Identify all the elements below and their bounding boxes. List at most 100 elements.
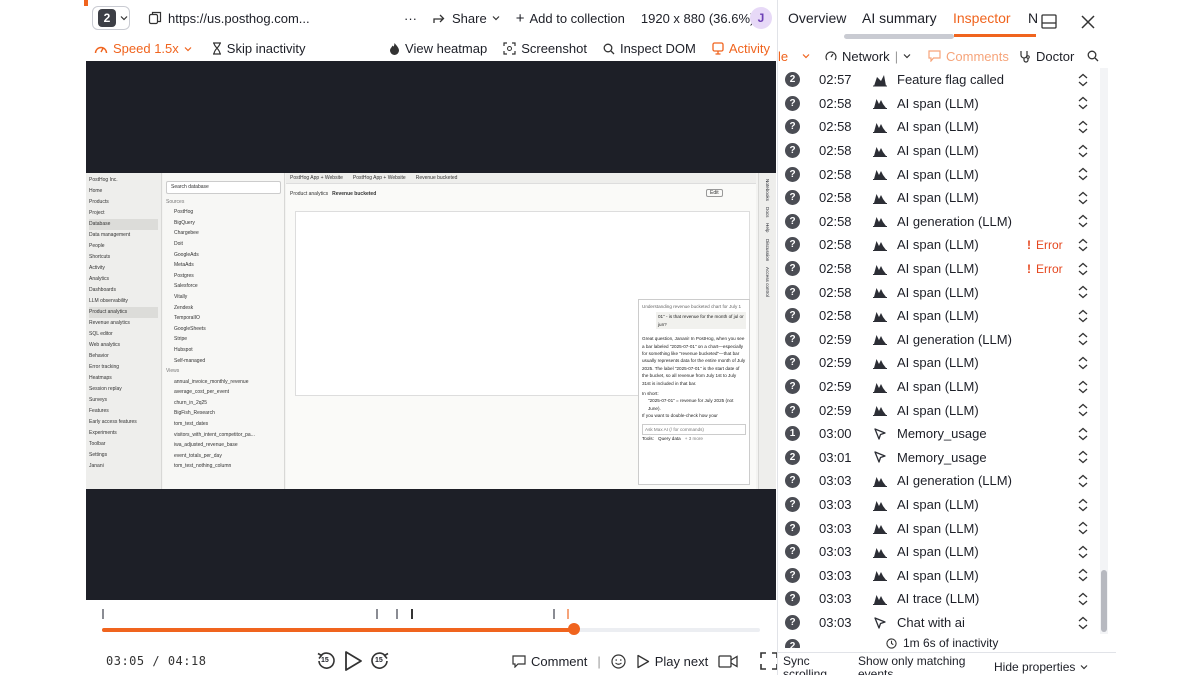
event-row[interactable]: ? 02:58 AI span (LLM): [778, 280, 1100, 304]
event-row[interactable]: ? 02:59 AI generation (LLM): [778, 328, 1100, 352]
view-heatmap-button[interactable]: View heatmap: [389, 41, 487, 56]
emoji-icon[interactable]: [611, 653, 626, 669]
tab-partial[interactable]: N: [1028, 10, 1038, 26]
expand-chevron-icon[interactable]: [1077, 545, 1089, 559]
filter-partial-label[interactable]: le: [778, 49, 788, 64]
timeline-marker[interactable]: [567, 609, 569, 619]
filter-comments[interactable]: Comments: [928, 49, 1009, 64]
expand-chevron-icon[interactable]: [1077, 616, 1089, 630]
expand-chevron-icon[interactable]: [1077, 73, 1089, 87]
url-display[interactable]: https://us.posthog.com...: [148, 0, 310, 36]
event-row[interactable]: ? 03:03 AI trace (LLM): [778, 587, 1100, 611]
event-row[interactable]: ? 02:58 AI generation (LLM): [778, 210, 1100, 234]
event-row[interactable]: ? 03:03 Chat with ai: [778, 611, 1100, 635]
inspect-dom-button[interactable]: Inspect DOM: [603, 41, 696, 56]
event-row[interactable]: ? 02:59 AI span (LLM): [778, 398, 1100, 422]
expand-chevron-icon[interactable]: [1077, 568, 1089, 582]
expand-chevron-icon[interactable]: [1077, 403, 1089, 417]
timeline-marker[interactable]: [553, 609, 555, 619]
event-row[interactable]: ? 02:58 AI span (LLM): [778, 115, 1100, 139]
more-menu-button[interactable]: ···: [404, 11, 417, 26]
video-camera-icon[interactable]: [718, 654, 738, 669]
skip-back-button[interactable]: 15: [316, 651, 336, 671]
event-row[interactable]: ? 02:58 AI span (LLM): [778, 92, 1100, 116]
event-row[interactable]: ? 02:58 AI span (LLM): [778, 186, 1100, 210]
tab-overview[interactable]: Overview: [788, 10, 846, 26]
dock-panel-icon[interactable]: [1041, 14, 1057, 29]
event-row[interactable]: 1 03:00 Memory_usage: [778, 422, 1100, 446]
event-row[interactable]: ? 02:59 AI span (LLM): [778, 351, 1100, 375]
seekbar-handle[interactable]: [568, 623, 580, 635]
scrollbar-thumb[interactable]: [1101, 570, 1107, 632]
play-overlay-icon[interactable]: [411, 306, 457, 358]
expand-chevron-icon[interactable]: [1077, 191, 1089, 205]
hide-properties-button[interactable]: Hide properties: [994, 660, 1088, 674]
fullscreen-icon[interactable]: [760, 652, 779, 670]
show-matching-toggle[interactable]: Show only matching events: [858, 655, 983, 675]
event-timestamp: 02:58: [819, 190, 852, 206]
timeline-marker[interactable]: [376, 609, 378, 619]
skip-inactivity-toggle[interactable]: Skip inactivity: [212, 41, 306, 56]
expand-chevron-icon[interactable]: [1077, 309, 1089, 323]
timeline-marker[interactable]: [411, 609, 413, 619]
replay-player[interactable]: PostHog Inc. Home Products Project Database D…: [86, 61, 776, 600]
comment-button[interactable]: Comment: [512, 654, 587, 669]
expand-chevron-icon[interactable]: [1077, 144, 1089, 158]
expand-chevron-icon[interactable]: [1077, 238, 1089, 252]
expand-chevron-icon[interactable]: [1077, 120, 1089, 134]
recorded-view-item: annual_invoice_monthly_revenue: [174, 378, 249, 385]
tab-ai-summary[interactable]: AI summary: [862, 10, 937, 26]
tab-count-dropdown[interactable]: 2: [92, 6, 130, 30]
filter-doctor[interactable]: Doctor: [1019, 49, 1074, 64]
chevron-down-icon[interactable]: [802, 52, 810, 60]
event-row[interactable]: ? 03:03 AI span (LLM): [778, 564, 1100, 588]
copy-icon[interactable]: [148, 11, 162, 25]
recorded-source-item: BigQuery: [174, 219, 195, 226]
add-to-collection-button[interactable]: + Add to collection: [516, 10, 625, 27]
screenshot-button[interactable]: Screenshot: [503, 41, 587, 56]
play-icon[interactable]: [342, 650, 364, 672]
filter-network[interactable]: Network |: [825, 49, 911, 64]
event-row[interactable]: ? 02:58 AI span (LLM)! Error: [778, 257, 1100, 281]
expand-chevron-icon[interactable]: [1077, 380, 1089, 394]
event-row[interactable]: 2 03:01 Memory_usage: [778, 446, 1100, 470]
expand-chevron-icon[interactable]: [1077, 214, 1089, 228]
share-button[interactable]: Share: [433, 11, 500, 26]
timeline-marker[interactable]: [396, 609, 398, 619]
expand-chevron-icon[interactable]: [1077, 592, 1089, 606]
event-row[interactable]: ? 02:58 AI span (LLM): [778, 139, 1100, 163]
event-row[interactable]: ? 03:03 AI span (LLM): [778, 540, 1100, 564]
expand-chevron-icon[interactable]: [1077, 262, 1089, 276]
skip-forward-button[interactable]: 15: [370, 651, 390, 671]
expand-chevron-icon[interactable]: [1077, 474, 1089, 488]
event-row[interactable]: ? 02:58 AI span (LLM): [778, 304, 1100, 328]
expand-chevron-icon[interactable]: [1077, 356, 1089, 370]
event-list-scrollbar[interactable]: [1100, 68, 1108, 634]
expand-chevron-icon[interactable]: [1077, 167, 1089, 181]
tab-inspector[interactable]: Inspector: [953, 10, 1011, 26]
expand-chevron-icon[interactable]: [1077, 427, 1089, 441]
avatar[interactable]: J: [750, 7, 772, 29]
tabs-scrollbar[interactable]: [844, 34, 954, 39]
speed-button[interactable]: Speed 1.5x: [94, 41, 192, 56]
expand-chevron-icon[interactable]: [1077, 498, 1089, 512]
expand-chevron-icon[interactable]: [1077, 332, 1089, 346]
search-icon[interactable]: [1087, 50, 1099, 62]
event-row[interactable]: ? 03:03 AI generation (LLM): [778, 469, 1100, 493]
expand-chevron-icon[interactable]: [1077, 521, 1089, 535]
event-row[interactable]: ? 02:59 AI span (LLM): [778, 375, 1100, 399]
close-icon[interactable]: [1081, 15, 1095, 29]
expand-chevron-icon[interactable]: [1077, 96, 1089, 110]
seekbar-track[interactable]: [102, 628, 760, 632]
expand-chevron-icon[interactable]: [1077, 450, 1089, 464]
activity-button[interactable]: Activity: [712, 41, 770, 56]
event-row[interactable]: ? 02:58 AI span (LLM): [778, 162, 1100, 186]
event-row[interactable]: ? 03:03 AI span (LLM): [778, 516, 1100, 540]
event-row[interactable]: ? 03:03 AI span (LLM): [778, 493, 1100, 517]
event-row[interactable]: ? 02:58 AI span (LLM)! Error: [778, 233, 1100, 257]
event-row[interactable]: 2 02:57 Feature flag called: [778, 68, 1100, 92]
timeline-marker[interactable]: [102, 609, 104, 619]
expand-chevron-icon[interactable]: [1077, 285, 1089, 299]
sync-scrolling-toggle[interactable]: Sync scrolling: [783, 655, 843, 675]
play-next-button[interactable]: Play next: [636, 654, 708, 669]
